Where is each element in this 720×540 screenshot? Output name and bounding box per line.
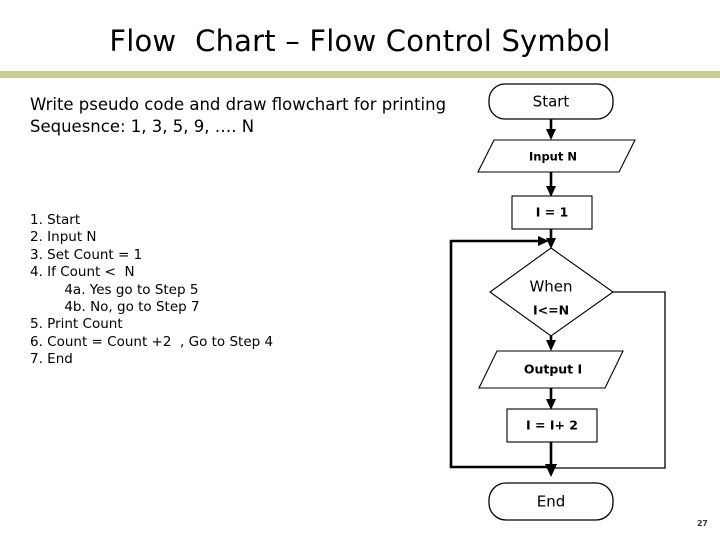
flowchart-node-init[interactable]: I = 1	[511, 195, 593, 230]
flowchart-node-decision-label-line1: When	[529, 278, 572, 296]
flowchart-node-init-label: I = 1	[536, 205, 569, 220]
connector-output-to-incr	[546, 388, 556, 410]
flowchart-node-decision[interactable]: When I<=N	[489, 247, 614, 337]
flowchart-node-start-label: Start	[533, 93, 570, 111]
flowchart-node-input-label: Input N	[529, 150, 577, 164]
connector-input-to-init	[546, 172, 556, 197]
flowchart-diagram: Start Input N I = 1 When I<=N Output I I…	[0, 0, 720, 540]
page-number: 27	[697, 519, 708, 528]
flowchart-node-end[interactable]: End	[488, 482, 614, 521]
flowchart-node-output-label: Output I	[524, 362, 582, 377]
flowchart-node-increment-label: I = I+ 2	[526, 418, 578, 433]
flowchart-node-output[interactable]: Output I	[478, 350, 624, 389]
flowchart-node-start[interactable]: Start	[488, 83, 614, 120]
flowchart-node-input[interactable]: Input N	[477, 139, 636, 173]
flowchart-node-end-label: End	[537, 493, 566, 511]
connector-decision-true-to-output	[546, 336, 556, 351]
connector-start-to-input	[546, 118, 556, 140]
flowchart-node-decision-label-line2: I<=N	[533, 303, 569, 318]
flowchart-node-increment[interactable]: I = I+ 2	[506, 408, 598, 443]
connector-init-to-decision	[546, 229, 556, 249]
